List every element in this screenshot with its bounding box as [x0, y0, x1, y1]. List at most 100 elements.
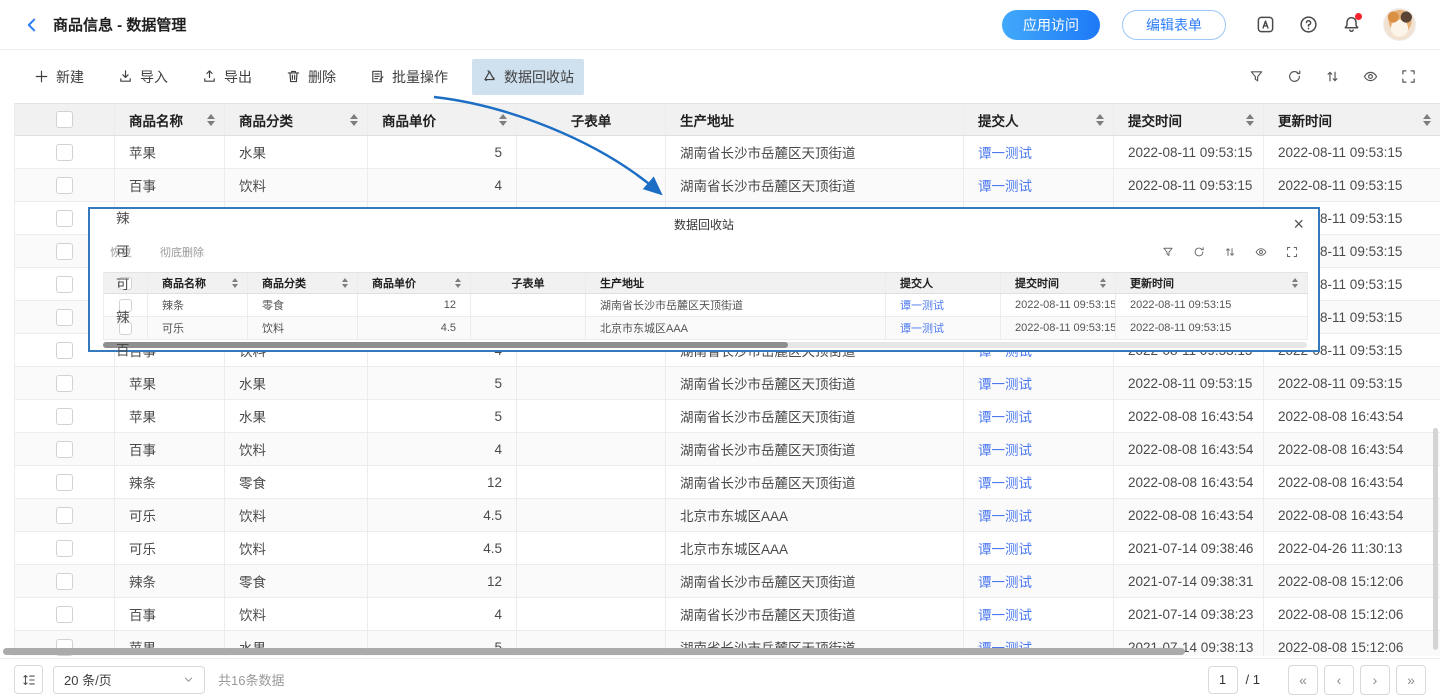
column-header-name[interactable]: 商品名称	[115, 104, 225, 135]
fullscreen-icon[interactable]	[1401, 69, 1416, 84]
toolbar-button-recycle[interactable]: 数据回收站	[472, 59, 584, 95]
cell-name: 可乐	[115, 532, 225, 564]
sort-caret-icon[interactable]	[1100, 278, 1106, 288]
cell-name: 辣条	[115, 565, 225, 597]
column-header-price[interactable]: 商品单价	[358, 273, 471, 293]
sort-caret-icon[interactable]	[350, 114, 358, 126]
cell-submitter[interactable]: 谭一测试	[964, 367, 1114, 399]
first-page-button[interactable]: «	[1288, 665, 1318, 695]
fullscreen-icon[interactable]	[1286, 246, 1298, 258]
cell-subform	[517, 499, 666, 531]
row-checkbox[interactable]	[56, 243, 73, 260]
filter-icon[interactable]	[1162, 246, 1174, 258]
sort-caret-icon[interactable]	[499, 114, 507, 126]
column-header-category[interactable]: 商品分类	[248, 273, 358, 293]
row-checkbox[interactable]	[56, 309, 73, 326]
help-icon[interactable]	[1299, 15, 1318, 34]
cell-category: 水果	[225, 136, 368, 168]
purge-button[interactable]: 彻底删除	[160, 244, 204, 260]
sort-caret-icon[interactable]	[1423, 114, 1431, 126]
cell-submit-time: 2021-07-14 09:38:31	[1114, 565, 1264, 597]
prev-page-button[interactable]: ‹	[1324, 665, 1354, 695]
cell-submitter[interactable]: 谭一测试	[886, 317, 1001, 339]
column-header-price[interactable]: 商品单价	[368, 104, 517, 135]
recycle-bin-table: 商品名称商品分类商品单价子表单生产地址提交人提交时间更新时间辣条零食12湖南省长…	[103, 272, 1308, 340]
app-access-button[interactable]: 应用访问	[1002, 10, 1100, 40]
row-density-button[interactable]	[14, 665, 43, 694]
row-checkbox[interactable]	[56, 507, 73, 524]
row-checkbox[interactable]	[56, 573, 73, 590]
page-number-input[interactable]	[1208, 666, 1238, 694]
cell-submitter[interactable]: 谭一测试	[964, 532, 1114, 564]
column-visibility-eye-icon[interactable]	[1255, 246, 1267, 258]
row-checkbox[interactable]	[56, 342, 73, 359]
sort-caret-icon[interactable]	[1292, 278, 1298, 288]
row-checkbox[interactable]	[56, 375, 73, 392]
close-icon[interactable]: ×	[1293, 212, 1304, 236]
user-avatar[interactable]	[1383, 8, 1416, 41]
cell-submitter[interactable]: 谭一测试	[964, 169, 1114, 201]
row-checkbox[interactable]	[56, 177, 73, 194]
sort-caret-icon[interactable]	[1246, 114, 1254, 126]
column-header-submit-time[interactable]: 提交时间	[1001, 273, 1116, 293]
row-checkbox[interactable]	[56, 606, 73, 623]
language-icon[interactable]	[1256, 15, 1275, 34]
notification-dot	[1355, 13, 1362, 20]
horizontal-scrollbar[interactable]	[3, 648, 1185, 655]
column-header-name[interactable]: 商品名称	[148, 273, 248, 293]
toolbar-button-trash[interactable]: 删除	[276, 59, 346, 95]
toolbar-button-batch[interactable]: 批量操作	[360, 59, 458, 95]
row-checkbox[interactable]	[56, 441, 73, 458]
column-header-update-time[interactable]: 更新时间	[1264, 104, 1440, 135]
toolbar-button-plus[interactable]: 新建	[24, 59, 94, 95]
row-checkbox[interactable]	[56, 210, 73, 227]
row-checkbox[interactable]	[56, 540, 73, 557]
vertical-scrollbar[interactable]	[1433, 428, 1438, 650]
cell-subform	[517, 169, 666, 201]
row-checkbox[interactable]	[56, 276, 73, 293]
column-header-update-time[interactable]: 更新时间	[1116, 273, 1308, 293]
column-visibility-eye-icon[interactable]	[1363, 69, 1378, 84]
filter-icon[interactable]	[1249, 69, 1264, 84]
sort-caret-icon[interactable]	[207, 114, 215, 126]
total-pages-label: / 1	[1246, 672, 1260, 687]
select-all-checkbox[interactable]	[56, 111, 73, 128]
row-select-cell	[15, 466, 115, 498]
cell-submitter[interactable]: 谭一测试	[964, 466, 1114, 498]
notification-bell-icon[interactable]	[1342, 15, 1361, 34]
row-select-cell	[15, 598, 115, 630]
refresh-icon[interactable]	[1287, 69, 1302, 84]
back-icon[interactable]	[24, 17, 40, 33]
column-header-submitter[interactable]: 提交人	[964, 104, 1114, 135]
sort-caret-icon[interactable]	[1096, 114, 1104, 126]
cell-submit-time: 2022-08-11 09:53:15	[1114, 136, 1264, 168]
edit-form-button[interactable]: 编辑表单	[1122, 10, 1226, 40]
sort-icon[interactable]	[1325, 69, 1340, 84]
row-checkbox[interactable]	[56, 144, 73, 161]
next-page-button[interactable]: ›	[1360, 665, 1390, 695]
sort-caret-icon[interactable]	[232, 278, 238, 288]
cell-submitter[interactable]: 谭一测试	[964, 598, 1114, 630]
last-page-button[interactable]: »	[1396, 665, 1426, 695]
sort-caret-icon[interactable]	[342, 278, 348, 288]
modal-scrollbar-thumb[interactable]	[103, 342, 788, 348]
cell-submitter[interactable]: 谭一测试	[964, 499, 1114, 531]
cell-submitter[interactable]: 谭一测试	[964, 136, 1114, 168]
sort-caret-icon[interactable]	[455, 278, 461, 288]
row-checkbox[interactable]	[56, 474, 73, 491]
cell-submit-time: 2021-07-14 09:38:23	[1114, 598, 1264, 630]
toolbar-button-import[interactable]: 导入	[108, 59, 178, 95]
row-checkbox[interactable]	[56, 408, 73, 425]
cell-submitter[interactable]: 谭一测试	[964, 433, 1114, 465]
cell-submitter[interactable]: 谭一测试	[964, 565, 1114, 597]
sort-icon[interactable]	[1224, 246, 1236, 258]
column-header-submit-time[interactable]: 提交时间	[1114, 104, 1264, 135]
toolbar-button-export[interactable]: 导出	[192, 59, 262, 95]
cell-submitter[interactable]: 谭一测试	[964, 400, 1114, 432]
refresh-icon[interactable]	[1193, 246, 1205, 258]
cell-subform	[517, 400, 666, 432]
column-header-category[interactable]: 商品分类	[225, 104, 368, 135]
row-select-cell	[15, 433, 115, 465]
cell-submitter[interactable]: 谭一测试	[886, 294, 1001, 316]
page-size-select[interactable]: 20 条/页	[53, 666, 205, 694]
